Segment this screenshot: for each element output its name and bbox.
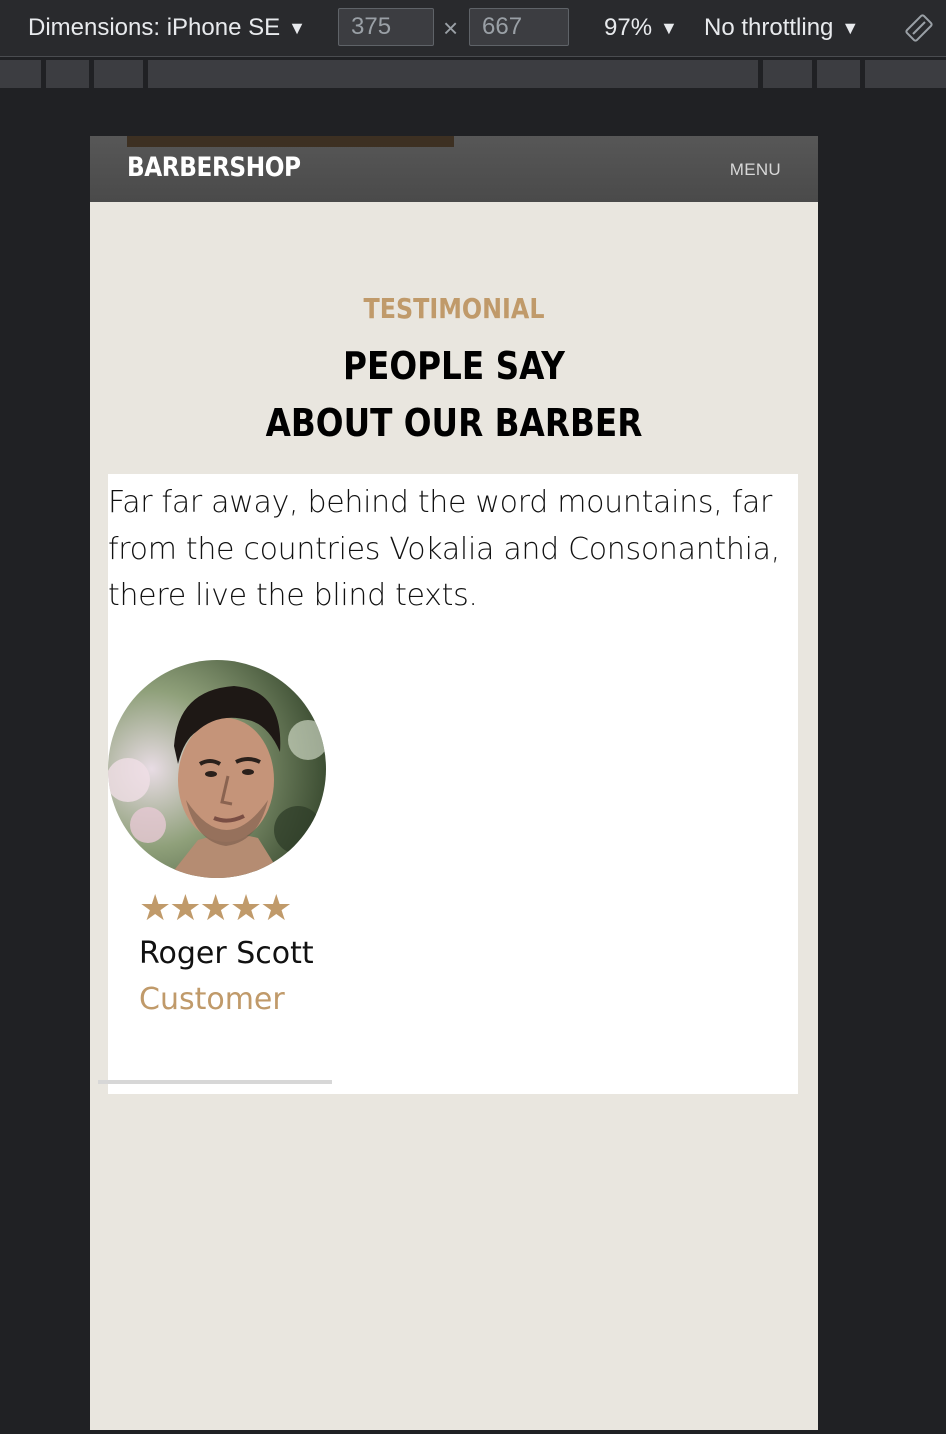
- customer-role: Customer: [139, 982, 285, 1017]
- testimonial-card[interactable]: Far far away, behind the word mountains,…: [108, 474, 798, 1094]
- navbar: BARBERSHOP MENU: [90, 136, 818, 202]
- rating-stars: ★★★★★: [139, 887, 292, 928]
- media-query-segment[interactable]: [148, 60, 758, 88]
- height-input[interactable]: 667: [469, 8, 569, 46]
- rotate-icon: [905, 14, 933, 42]
- section-title-line-2: ABOUT OUR BARBER: [265, 401, 643, 445]
- media-query-bar: [0, 57, 946, 91]
- media-query-segment[interactable]: [46, 60, 89, 88]
- navbar-accent: [127, 136, 454, 147]
- rotate-button[interactable]: [904, 0, 934, 56]
- media-query-segment[interactable]: [0, 60, 41, 88]
- media-query-segment[interactable]: [763, 60, 812, 88]
- throttling-label: No throttling: [704, 14, 834, 41]
- chevron-down-icon: ▼: [660, 17, 678, 38]
- media-query-segment[interactable]: [94, 60, 143, 88]
- width-input[interactable]: 375: [338, 8, 434, 46]
- carousel-indicator[interactable]: [98, 1080, 332, 1084]
- section-title-line-1: PEOPLE SAY: [343, 344, 565, 388]
- brand-logo[interactable]: BARBERSHOP: [127, 152, 301, 183]
- testimonial-quote: Far far away, behind the word mountains,…: [108, 485, 780, 613]
- customer-photo: [108, 660, 326, 878]
- media-query-segment[interactable]: [865, 60, 946, 88]
- customer-name: Roger Scott: [139, 936, 314, 971]
- media-query-segment[interactable]: [817, 60, 860, 88]
- emulated-page: BARBERSHOP MENU TESTIMONIAL PEOPLE SAY A…: [90, 136, 818, 1430]
- section-subheading: TESTIMONIAL: [363, 292, 545, 325]
- times-separator: ×: [443, 12, 459, 43]
- throttling-select[interactable]: No throttling ▼: [704, 0, 859, 56]
- chevron-down-icon: ▼: [841, 17, 860, 38]
- device-toolbar: Dimensions: iPhone SE ▼ 375 × 667 97% ▼ …: [0, 0, 946, 57]
- zoom-select[interactable]: 97% ▼: [604, 0, 678, 56]
- menu-button[interactable]: MENU: [730, 160, 781, 180]
- zoom-label: 97%: [604, 14, 653, 41]
- dimensions-label: Dimensions: iPhone SE: [28, 14, 281, 41]
- avatar: [108, 660, 326, 878]
- chevron-down-icon: ▼: [288, 17, 306, 38]
- dimensions-select[interactable]: Dimensions: iPhone SE ▼: [28, 0, 306, 56]
